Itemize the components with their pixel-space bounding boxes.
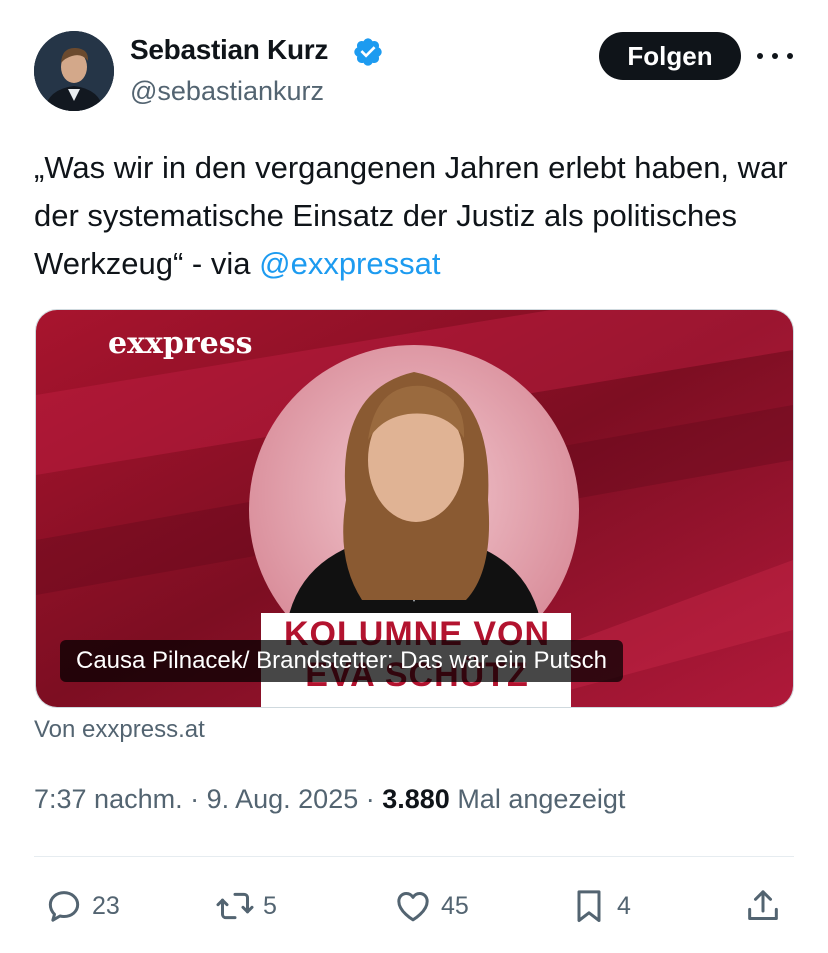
avatar-image: [34, 31, 114, 111]
share-button[interactable]: [743, 885, 783, 927]
like-count: 45: [441, 891, 469, 920]
follow-button[interactable]: Folgen: [599, 32, 741, 80]
card-logo: exxpress: [108, 326, 253, 361]
more-icon[interactable]: [757, 44, 793, 68]
bookmark-icon: [577, 890, 601, 922]
tweet-text: „Was wir in den vergangenen Jahren erleb…: [34, 144, 804, 288]
tweet-date[interactable]: 9. Aug. 2025: [207, 784, 359, 814]
repost-button[interactable]: 5: [215, 885, 277, 927]
reply-count: 23: [92, 891, 120, 920]
like-icon: [397, 892, 429, 922]
avatar[interactable]: [34, 31, 114, 111]
verified-badge-icon: [354, 38, 382, 66]
divider: [34, 856, 794, 857]
mention-link[interactable]: @exxpressat: [259, 246, 440, 281]
repost-count: 5: [263, 891, 277, 920]
card-caption: Causa Pilnacek/ Brandstetter: Das war ei…: [60, 640, 623, 682]
tweet-meta: 7:37 nachm. · 9. Aug. 2025 · 3.880 Mal a…: [34, 784, 625, 815]
bookmark-count: 4: [617, 891, 631, 920]
bookmark-button[interactable]: 4: [569, 885, 631, 927]
meta-separator: ·: [358, 784, 383, 814]
meta-separator: ·: [182, 784, 207, 814]
views-label: Mal angezeigt: [449, 784, 626, 814]
share-icon: [748, 890, 778, 920]
author-handle[interactable]: @sebastiankurz: [130, 76, 324, 107]
like-button[interactable]: 45: [393, 885, 469, 927]
views-count: 3.880: [382, 784, 450, 814]
card-source-link[interactable]: Von exxpress.at: [34, 716, 205, 744]
reply-button[interactable]: 23: [44, 885, 120, 927]
tweet-time[interactable]: 7:37 nachm.: [34, 784, 183, 814]
repost-icon: [216, 892, 254, 920]
reply-icon: [48, 891, 80, 922]
author-name[interactable]: Sebastian Kurz: [130, 34, 328, 66]
